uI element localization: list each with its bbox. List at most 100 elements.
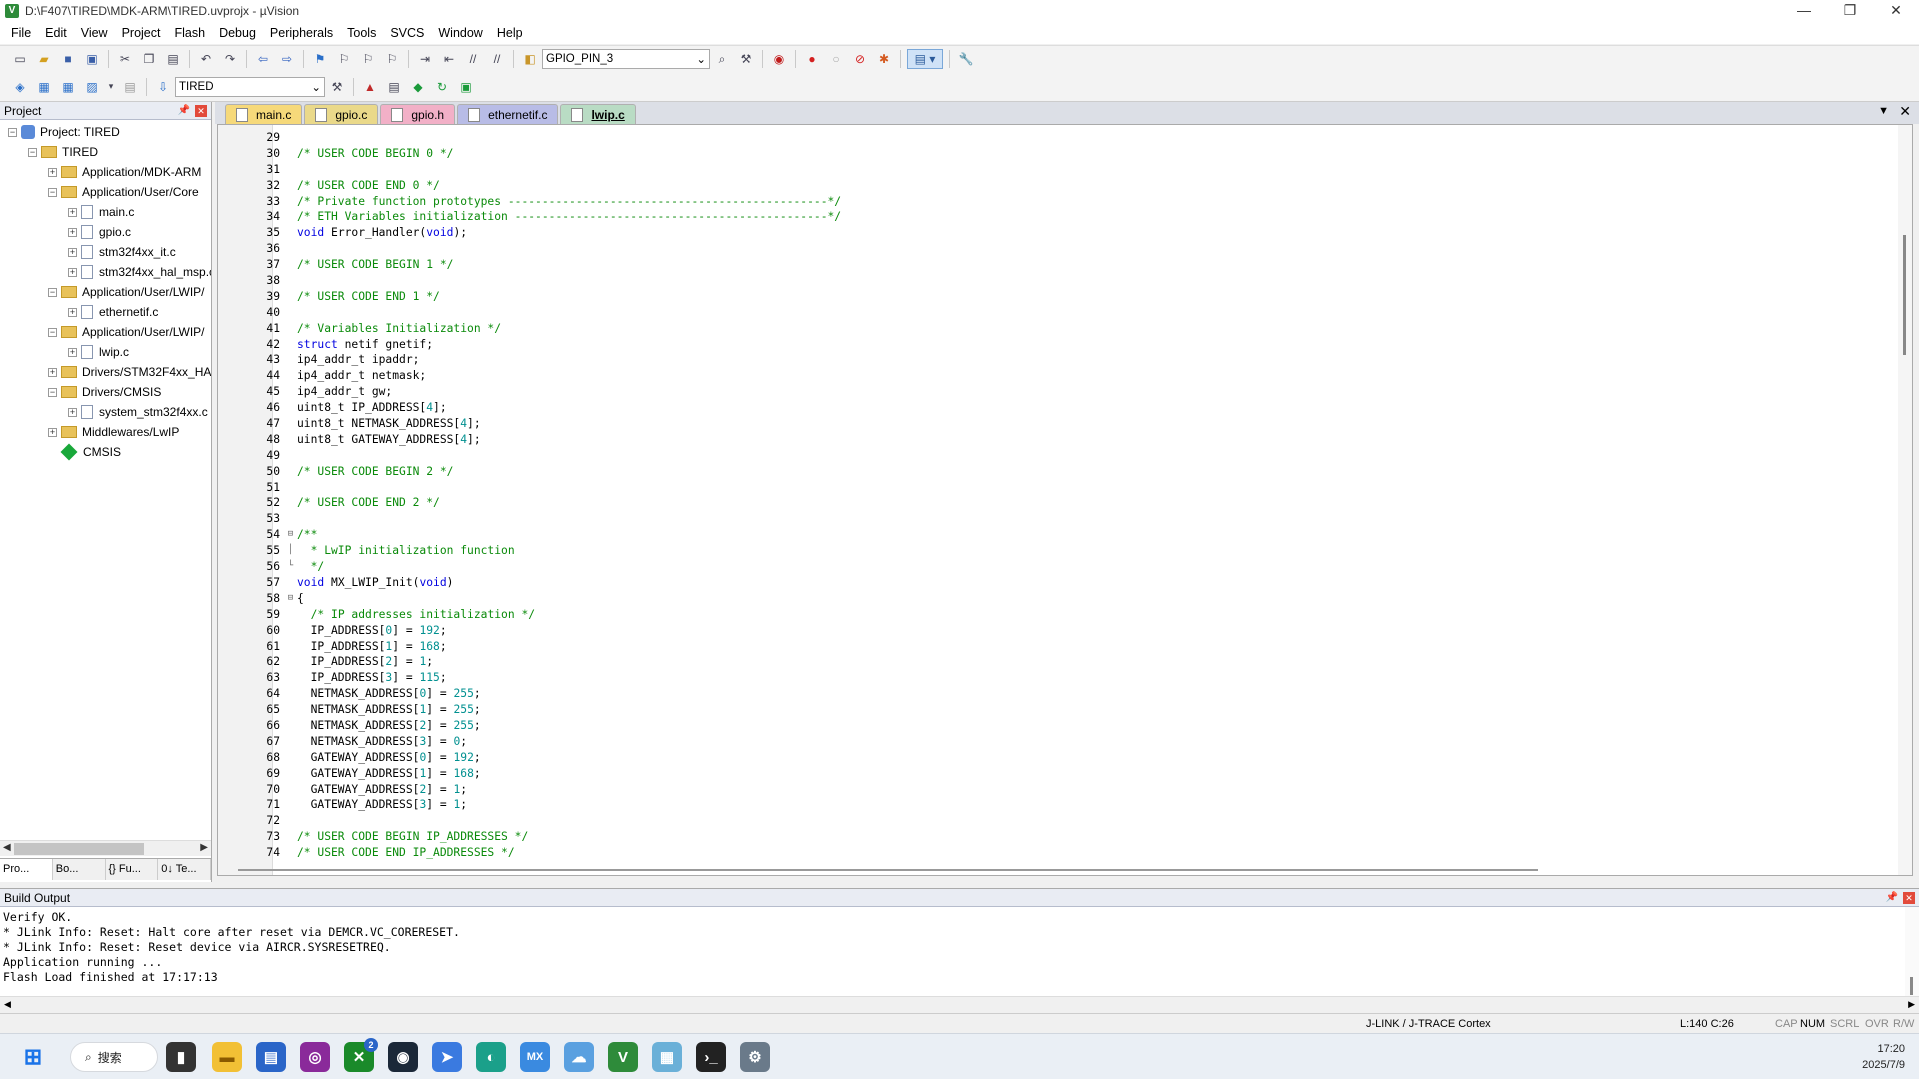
- collapse-icon[interactable]: −: [8, 127, 17, 137]
- code-line[interactable]: 35 void Error_Handler(void);: [218, 225, 1858, 241]
- menu-flash[interactable]: Flash: [167, 26, 212, 40]
- tree-item[interactable]: + gpio.c: [0, 222, 211, 242]
- code-line[interactable]: 45 ip4_addr_t gw;: [218, 384, 1858, 400]
- select-packs-icon[interactable]: ▤: [384, 77, 404, 97]
- code-line[interactable]: 66 NETMASK_ADDRESS[2] = 255;: [218, 718, 1858, 734]
- xbox-icon[interactable]: ✕ 2: [344, 1038, 378, 1072]
- expand-icon[interactable]: +: [68, 227, 77, 237]
- stop-build-icon[interactable]: ▤: [120, 77, 140, 97]
- code-line[interactable]: 60 IP_ADDRESS[0] = 192;: [218, 623, 1858, 639]
- system-clock[interactable]: 17:20 2025/7/9: [1862, 1041, 1905, 1073]
- code-line[interactable]: 57 void MX_LWIP_Init(void): [218, 575, 1858, 591]
- maximize-button[interactable]: ❐: [1827, 0, 1873, 22]
- scroll-right-icon[interactable]: ▶: [1908, 999, 1915, 1010]
- navigate-back-icon[interactable]: ⇦: [253, 49, 273, 69]
- batch-dropdown-icon[interactable]: ▾: [106, 77, 116, 97]
- steam-icon[interactable]: ◉: [388, 1042, 418, 1072]
- edge-icon[interactable]: ◐: [476, 1042, 506, 1072]
- collapse-icon[interactable]: −: [48, 287, 57, 297]
- fold-toggle-icon[interactable]: ⊟: [284, 591, 297, 607]
- stm32cubemx-icon[interactable]: MX: [520, 1042, 550, 1072]
- menu-tools[interactable]: Tools: [340, 26, 383, 40]
- tree-item[interactable]: − Application/User/LWIP/: [0, 322, 211, 342]
- tree-item[interactable]: + Middlewares/LwIP: [0, 422, 211, 442]
- save-icon[interactable]: ■: [58, 49, 78, 69]
- save-all-icon[interactable]: ▣: [82, 49, 102, 69]
- expand-icon[interactable]: +: [68, 247, 77, 257]
- code-line[interactable]: 70 GATEWAY_ADDRESS[2] = 1;: [218, 782, 1858, 798]
- code-line[interactable]: 69 GATEWAY_ADDRESS[1] = 168;: [218, 766, 1858, 782]
- disable-breakpoints-icon[interactable]: ⊘: [850, 49, 870, 69]
- code-line[interactable]: 52 /* USER CODE END 2 */: [218, 495, 1858, 511]
- start-debug-icon[interactable]: ◉: [769, 49, 789, 69]
- build-icon[interactable]: ▦: [34, 77, 54, 97]
- paste-icon[interactable]: ▤: [163, 49, 183, 69]
- keil-uvision-icon[interactable]: V: [608, 1042, 638, 1072]
- code-line[interactable]: 53: [218, 511, 1858, 527]
- new-file-icon[interactable]: ▭: [10, 49, 30, 69]
- clear-bookmarks-icon[interactable]: ⚐: [382, 49, 402, 69]
- build-horizontal-scrollbar[interactable]: ◀ ▶: [0, 996, 1919, 1012]
- scroll-right-icon[interactable]: ▶: [200, 842, 208, 853]
- menu-edit[interactable]: Edit: [38, 26, 74, 40]
- copy-icon[interactable]: ❐: [139, 49, 159, 69]
- tree-item[interactable]: + ethernetif.c: [0, 302, 211, 322]
- manage-run-time-icon[interactable]: ◆: [408, 77, 428, 97]
- tree-item[interactable]: + lwip.c: [0, 342, 211, 362]
- code-line[interactable]: 64 NETMASK_ADDRESS[0] = 255;: [218, 686, 1858, 702]
- expand-icon[interactable]: +: [68, 267, 77, 277]
- code-line[interactable]: 50 /* USER CODE BEGIN 2 */: [218, 464, 1858, 480]
- expand-icon[interactable]: +: [68, 307, 77, 317]
- code-line[interactable]: 34 /* ETH Variables initialization ------…: [218, 209, 1858, 225]
- manage-project-icon[interactable]: ▲: [360, 77, 380, 97]
- rebuild-icon[interactable]: ▦: [58, 77, 78, 97]
- close-tab-icon[interactable]: ✕: [1899, 103, 1911, 120]
- code-line[interactable]: 71 GATEWAY_ADDRESS[3] = 1;: [218, 797, 1858, 813]
- tree-item[interactable]: + main.c: [0, 202, 211, 222]
- bookmark-icon[interactable]: ⚑: [310, 49, 330, 69]
- close-icon[interactable]: ✕: [195, 104, 207, 117]
- menu-help[interactable]: Help: [490, 26, 530, 40]
- taskbar-search[interactable]: ⌕ 搜索: [70, 1042, 158, 1072]
- tab-functions[interactable]: {} Fu...: [106, 859, 159, 880]
- feishu-icon[interactable]: ➤: [432, 1042, 462, 1072]
- code-line[interactable]: 62 IP_ADDRESS[2] = 1;: [218, 654, 1858, 670]
- cut-icon[interactable]: ✂: [115, 49, 135, 69]
- open-file-icon[interactable]: ▰: [34, 49, 54, 69]
- code-line[interactable]: 42 struct netif gnetif;: [218, 337, 1858, 353]
- menu-window[interactable]: Window: [431, 26, 489, 40]
- scroll-left-icon[interactable]: ◀: [3, 842, 11, 853]
- fold-toggle-icon[interactable]: ⊟: [284, 527, 297, 543]
- expand-icon[interactable]: +: [68, 347, 77, 357]
- tree-item[interactable]: − Project: TIRED: [0, 122, 211, 142]
- menu-debug[interactable]: Debug: [212, 26, 263, 40]
- find-icon[interactable]: ⌕: [712, 49, 732, 69]
- tree-item[interactable]: + system_stm32f4xx.c: [0, 402, 211, 422]
- code-line[interactable]: 55 │ * LwIP initialization function: [218, 543, 1858, 559]
- code-line[interactable]: 33 /* Private function prototypes -------…: [218, 194, 1858, 210]
- target-options-icon[interactable]: ⚒: [327, 77, 347, 97]
- comment-icon[interactable]: //: [463, 49, 483, 69]
- translate-icon[interactable]: ◈: [10, 77, 30, 97]
- menu-project[interactable]: Project: [115, 26, 168, 40]
- expand-icon[interactable]: +: [48, 167, 57, 177]
- editor-vertical-scrollbar[interactable]: [1898, 125, 1912, 875]
- expand-icon[interactable]: +: [68, 207, 77, 217]
- unindent-icon[interactable]: ⇤: [439, 49, 459, 69]
- code-line[interactable]: 48 uint8_t GATEWAY_ADDRESS[4];: [218, 432, 1858, 448]
- code-line[interactable]: 72: [218, 813, 1858, 829]
- collapse-icon[interactable]: −: [48, 327, 57, 337]
- download-icon[interactable]: ⇩: [153, 77, 173, 97]
- file-explorer-icon[interactable]: ▬: [212, 1042, 242, 1072]
- next-bookmark-icon[interactable]: ⚐: [358, 49, 378, 69]
- editor-horizontal-scrollbar[interactable]: [238, 869, 1538, 871]
- code-line[interactable]: 38: [218, 273, 1858, 289]
- prev-bookmark-icon[interactable]: ⚐: [334, 49, 354, 69]
- code-line[interactable]: 74 /* USER CODE END IP_ADDRESSES */: [218, 845, 1858, 861]
- target-combo[interactable]: TIRED ⌄: [175, 76, 325, 97]
- collapse-icon[interactable]: −: [48, 187, 57, 197]
- undo-icon[interactable]: ↶: [196, 49, 216, 69]
- code-line[interactable]: 46 uint8_t IP_ADDRESS[4];: [218, 400, 1858, 416]
- code-line[interactable]: 54 ⊟/**: [218, 527, 1858, 543]
- code-line[interactable]: 29: [218, 130, 1858, 146]
